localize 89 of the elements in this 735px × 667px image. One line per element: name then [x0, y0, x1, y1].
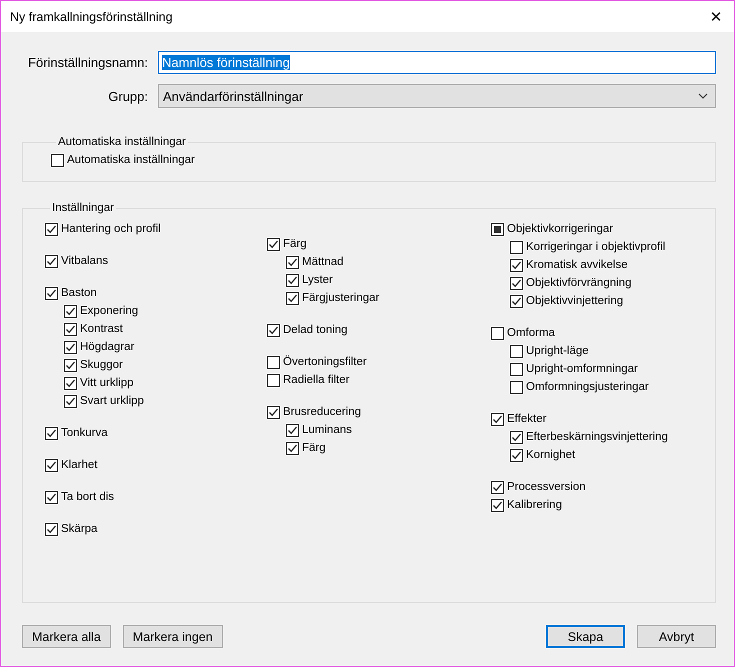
field-label: Förinställningsnamn: — [27, 55, 149, 70]
checkbox-label[interactable]: Lyster — [302, 274, 333, 286]
checkbox[interactable] — [286, 292, 299, 304]
checkbox-label[interactable]: Kromatisk avvikelse — [526, 259, 628, 271]
checkbox[interactable] — [45, 286, 58, 300]
checkbox-label[interactable]: Radiella filter — [283, 374, 350, 386]
checkbox-label[interactable]: Kalibrering — [507, 499, 562, 511]
checkbox[interactable] — [510, 294, 523, 308]
checkbox[interactable] — [510, 448, 523, 462]
checkbox-label[interactable]: Objektivvinjettering — [526, 295, 624, 307]
checkbox[interactable] — [286, 274, 299, 286]
checkbox-label[interactable]: Upright-omformningar — [526, 363, 638, 375]
chevron-down-icon — [698, 93, 708, 99]
checkbox-label[interactable]: Mättnad — [302, 256, 344, 268]
checkbox-label[interactable]: Objektivförvrängning — [526, 277, 632, 289]
dialog-button[interactable]: Avbryt — [637, 625, 716, 648]
checkbox-label[interactable]: Skärpa — [61, 523, 98, 535]
checkbox-label[interactable]: Ta bort dis — [61, 491, 114, 503]
checkbox-label[interactable]: Delad toning — [283, 324, 348, 336]
checkbox[interactable] — [267, 238, 280, 250]
checkbox-label[interactable]: Exponering — [80, 305, 138, 317]
dialog-button[interactable]: Markera alla — [22, 625, 111, 648]
checkbox-label[interactable]: Tonkurva — [61, 427, 108, 439]
checkbox-label[interactable]: Hantering och profil — [61, 223, 161, 235]
checkbox-label[interactable]: Automatiska inställningar — [67, 154, 195, 166]
checkbox-label[interactable]: Färg — [283, 238, 307, 250]
checkbox[interactable] — [286, 442, 299, 454]
checkbox[interactable] — [64, 358, 77, 372]
checkbox[interactable] — [491, 326, 504, 340]
checkbox-label[interactable]: Kontrast — [80, 323, 123, 335]
checkbox-label[interactable]: Svart urklipp — [80, 395, 144, 407]
dialog-button[interactable]: Markera ingen — [122, 625, 223, 648]
checkbox-label[interactable]: Övertoningsfilter — [283, 356, 367, 368]
checkbox[interactable] — [45, 458, 58, 472]
checkbox[interactable] — [491, 412, 504, 426]
checkbox-label[interactable]: Omformningsjusteringar — [526, 381, 649, 393]
checkbox[interactable] — [64, 394, 77, 408]
checkbox-label[interactable]: Färg — [302, 442, 326, 454]
checkbox[interactable] — [510, 344, 523, 358]
checkbox[interactable] — [45, 522, 58, 536]
checkbox-label[interactable]: Klarhet — [61, 459, 98, 471]
checkbox[interactable] — [45, 490, 58, 504]
checkbox[interactable] — [286, 256, 299, 268]
checkbox[interactable] — [491, 480, 504, 494]
checkbox-label[interactable]: Skuggor — [80, 359, 123, 371]
checkbox[interactable] — [491, 222, 504, 236]
checkbox-label[interactable]: Luminans — [302, 424, 352, 436]
checkbox-label[interactable]: Färgjusteringar — [302, 292, 380, 304]
checkbox[interactable] — [510, 430, 523, 444]
group-box-title: Inställningar — [51, 202, 116, 214]
checkbox[interactable] — [510, 380, 523, 394]
checkbox-label[interactable]: Högdagrar — [80, 341, 134, 353]
checkbox[interactable] — [267, 356, 280, 368]
checkbox[interactable] — [64, 304, 77, 318]
checkbox-label[interactable]: Korrigeringar i objektivprofil — [526, 241, 666, 253]
checkbox[interactable] — [64, 340, 77, 354]
checkbox[interactable] — [267, 324, 280, 336]
checkbox-label[interactable]: Brusreducering — [283, 406, 361, 418]
group-dropdown[interactable]: Användarförinställningar — [158, 84, 716, 108]
checkbox[interactable] — [64, 376, 77, 390]
checkbox-label[interactable]: Objektivkorrigeringar — [507, 223, 614, 235]
checkbox-label[interactable]: Baston — [61, 287, 97, 299]
checkbox-label[interactable]: Kornighet — [526, 449, 576, 461]
checkbox-label[interactable]: Upright-läge — [526, 345, 589, 357]
checkbox[interactable] — [45, 222, 58, 236]
checkbox-label[interactable]: Vitt urklipp — [80, 377, 134, 389]
checkbox-label[interactable]: Efterbeskärningsvinjettering — [526, 431, 668, 443]
checkbox[interactable] — [510, 362, 523, 376]
checkbox[interactable] — [510, 258, 523, 272]
checkbox-label[interactable]: Vitbalans — [61, 255, 108, 267]
checkbox[interactable] — [267, 374, 280, 386]
checkbox[interactable] — [45, 254, 58, 268]
field-label: Grupp: — [107, 88, 149, 104]
checkbox[interactable] — [491, 498, 504, 512]
checkbox-label[interactable]: Effekter — [507, 413, 546, 425]
checkbox-label[interactable]: Omforma — [507, 327, 555, 339]
checkbox[interactable] — [45, 426, 58, 440]
close-button[interactable]: ✕ — [698, 1, 734, 32]
group-box-title: Automatiska inställningar — [57, 136, 187, 148]
window-title: Ny framkallningsförinställning — [10, 10, 173, 24]
name-field[interactable]: Namnlös förinställning — [158, 51, 716, 74]
checkbox[interactable] — [510, 240, 523, 254]
checkbox[interactable] — [64, 322, 77, 336]
checkbox[interactable] — [510, 276, 523, 290]
checkbox[interactable] — [267, 406, 280, 418]
checkbox[interactable] — [286, 424, 299, 436]
checkbox[interactable] — [51, 154, 64, 166]
dialog-button[interactable]: Skapa — [546, 625, 625, 648]
checkbox-label[interactable]: Processversion — [507, 481, 586, 493]
